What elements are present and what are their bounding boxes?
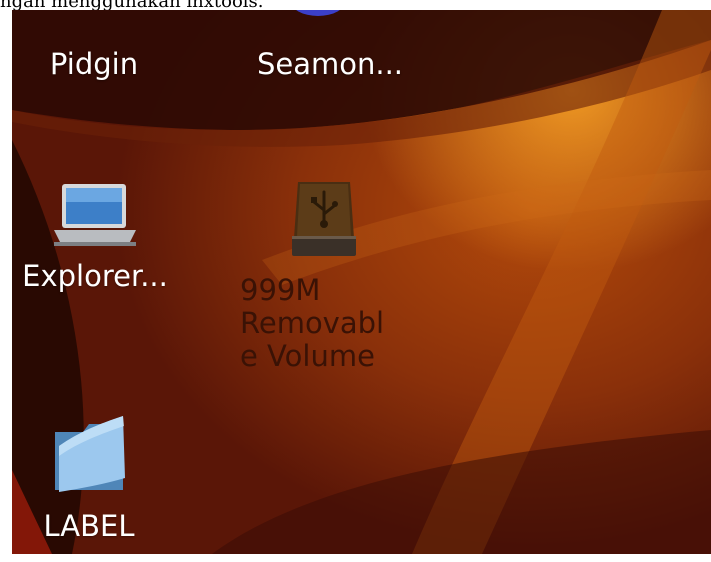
desktop-icon-label: 999M Removabl e Volume [240,274,430,372]
page-caption: ngan menggunakan inxtools. [0,0,711,10]
desktop-icon-seamonkey[interactable]: Seamon... [230,48,430,81]
desktop-icon-label: Pidgin [49,47,139,81]
desktop-icon-label: Seamon... [256,47,404,81]
folder-icon [49,412,129,498]
desktop[interactable]: Pidgin Seamon... Explorer... 999M Remova… [12,10,711,554]
label-line: Removabl [240,305,385,340]
pidgin-icon[interactable] [50,10,110,24]
label-line: 999M [240,273,321,307]
label-line: e Volume [240,338,375,373]
desktop-icon-label-folder[interactable]: LABEL [24,412,154,543]
usb-drive-icon [284,178,364,262]
desktop-icon-pidgin[interactable]: Pidgin [34,48,154,81]
seamonkey-icon[interactable] [288,10,348,26]
desktop-icon-removable-volume[interactable]: 999M Removabl e Volume [240,178,430,372]
laptop-icon [48,180,142,250]
caption-text: ngan menggunakan inxtools. [0,0,264,10]
desktop-icon-label: Explorer... [22,259,168,293]
desktop-icon-label: LABEL [43,509,135,543]
desktop-icon-explorer[interactable]: Explorer... [12,180,190,293]
